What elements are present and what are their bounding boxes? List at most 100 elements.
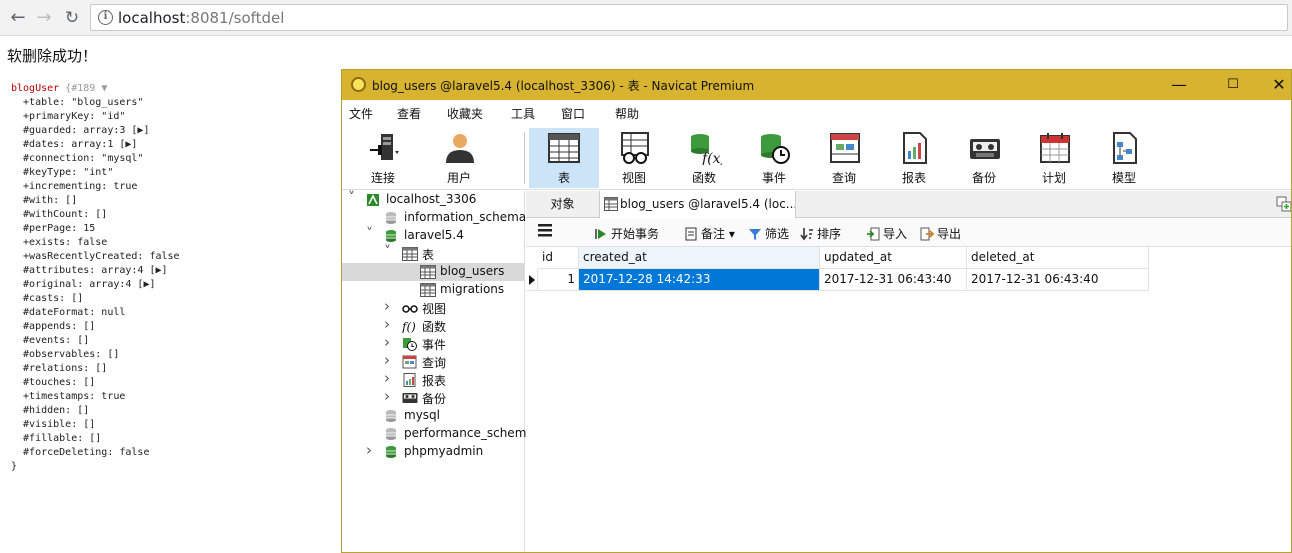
chevron-right-icon[interactable]: › bbox=[384, 333, 390, 351]
dump-line: +primaryKey: "id" bbox=[11, 111, 126, 122]
sort-button[interactable]: 排序 bbox=[800, 225, 841, 242]
address-bar[interactable]: i localhost:8081/softdel bbox=[90, 4, 1288, 31]
tab-blog-users[interactable]: blog_users @laravel5.4 (loc... bbox=[600, 191, 796, 218]
toolbar-model[interactable]: 模型 bbox=[1093, 128, 1155, 188]
import-button[interactable]: 导入 bbox=[866, 225, 907, 242]
url-text[interactable]: localhost:8081/softdel bbox=[118, 9, 284, 27]
chevron-down-icon[interactable]: ˅ bbox=[384, 244, 391, 260]
dump-line: #casts: [] bbox=[11, 293, 84, 304]
tree-item-label: laravel5.4 bbox=[404, 228, 464, 242]
cell-created-at[interactable]: 2017-12-28 14:42:33 bbox=[579, 269, 820, 291]
dump-class[interactable]: blogUser bbox=[11, 83, 59, 94]
tree-item-label: phpmyadmin bbox=[404, 444, 484, 458]
chevron-right-icon[interactable]: › bbox=[384, 297, 390, 315]
chevron-right-icon[interactable]: › bbox=[366, 441, 372, 459]
minimize-button[interactable]: — bbox=[1156, 72, 1202, 98]
toolbar-report[interactable]: 报表 bbox=[883, 128, 945, 188]
cell-updated-at[interactable]: 2017-12-31 06:43:40 bbox=[820, 269, 967, 291]
dump-line: #guarded: array:3 [▶] bbox=[11, 125, 150, 136]
svg-text:f(x): f(x) bbox=[701, 151, 722, 165]
toolbar-connection[interactable]: 连接 bbox=[352, 128, 414, 188]
column-header-deleted-at[interactable]: deleted_at bbox=[967, 247, 1149, 269]
var-dump: blogUser {#189 ▼ +table: "blog_users" +p… bbox=[11, 82, 180, 474]
tree-item-[interactable]: › 备份 bbox=[342, 387, 525, 407]
info-icon[interactable]: i bbox=[98, 10, 113, 25]
maximize-button[interactable]: ☐ bbox=[1210, 72, 1256, 98]
new-tab-icon[interactable] bbox=[1275, 195, 1292, 213]
dump-line: #with: [] bbox=[11, 195, 78, 206]
back-icon[interactable]: ← bbox=[6, 6, 30, 30]
tree-item-label: 事件 bbox=[422, 338, 447, 352]
table-icon bbox=[420, 265, 436, 279]
close-button[interactable]: ✕ bbox=[1256, 72, 1291, 98]
table-icon bbox=[604, 197, 618, 211]
table-icon bbox=[402, 247, 418, 261]
chevron-down-icon[interactable]: ˅ bbox=[348, 190, 355, 206]
cell-deleted-at[interactable]: 2017-12-31 06:43:40 bbox=[967, 269, 1149, 291]
tree-item-information-schema[interactable]: information_schema bbox=[342, 209, 527, 227]
tree-item-[interactable]: › 查询 bbox=[342, 351, 525, 371]
tree-item-migrations[interactable]: migrations bbox=[342, 281, 525, 299]
toolbar-function[interactable]: f(x) 函数 bbox=[673, 128, 735, 188]
menu-view[interactable]: 查看 bbox=[397, 105, 421, 122]
toolbar-user[interactable]: 用户 bbox=[428, 128, 490, 188]
cell-id[interactable]: 1 bbox=[538, 269, 579, 291]
tree-item-label: mysql bbox=[404, 408, 440, 422]
main-toolbar: 连接 用户 表 视图 f(x) 函数 事件 查询 报表 bbox=[342, 126, 1291, 190]
tree-item-[interactable]: › 报表 bbox=[342, 369, 525, 389]
tree-item-label: information_schema bbox=[404, 210, 527, 224]
chevron-right-icon[interactable]: › bbox=[384, 315, 390, 333]
filter-icon bbox=[749, 229, 761, 240]
tree-item-[interactable]: › 视图 bbox=[342, 297, 525, 317]
tree-item-localhost-3306[interactable]: ˅ localhost_3306 bbox=[342, 190, 525, 209]
tree-item-[interactable]: ˅ 表 bbox=[342, 244, 525, 263]
toolbar-backup[interactable]: 备份 bbox=[953, 128, 1015, 188]
menu-tools[interactable]: 工具 bbox=[511, 105, 535, 122]
tree-item-[interactable]: › 事件 bbox=[342, 333, 525, 353]
data-grid: id created_at updated_at deleted_at 1 20… bbox=[526, 247, 1291, 552]
begin-transaction-label: 开始事务 bbox=[611, 227, 660, 241]
chevron-right-icon[interactable]: › bbox=[384, 351, 390, 369]
toolbar-event[interactable]: 事件 bbox=[743, 128, 805, 188]
menu-hamburger-icon[interactable] bbox=[538, 223, 555, 237]
chevron-right-icon[interactable]: › bbox=[384, 369, 390, 387]
query-icon bbox=[402, 355, 417, 369]
toolbar-schedule[interactable]: 计划 bbox=[1023, 128, 1085, 188]
toolbar-query[interactable]: 查询 bbox=[813, 128, 875, 188]
tree-item-mysql[interactable]: mysql bbox=[342, 407, 525, 425]
browser-toolbar: ← → ↻ i localhost:8081/softdel bbox=[0, 0, 1292, 36]
menu-favorites[interactable]: 收藏夹 bbox=[447, 105, 483, 122]
tab-objects[interactable]: 对象 bbox=[526, 191, 600, 218]
menu-help[interactable]: 帮助 bbox=[615, 105, 639, 122]
toolbar-view[interactable]: 视图 bbox=[603, 128, 665, 188]
tree-item-blog-users[interactable]: blog_users bbox=[342, 263, 525, 281]
reload-icon[interactable]: ↻ bbox=[60, 6, 84, 30]
dump-header[interactable]: {#189 ▼ bbox=[59, 83, 107, 94]
export-button[interactable]: 导出 bbox=[920, 225, 961, 242]
chevron-right-icon[interactable]: › bbox=[384, 387, 390, 405]
menu-window[interactable]: 窗口 bbox=[561, 105, 585, 122]
tree-item-laravel5-4[interactable]: ˅ laravel5.4 bbox=[342, 226, 525, 245]
window-title: blog_users @laravel5.4 (localhost_3306) … bbox=[372, 79, 755, 93]
dump-line: +timestamps: true bbox=[11, 391, 126, 402]
navicat-logo-icon bbox=[351, 77, 366, 92]
column-header-created-at[interactable]: created_at bbox=[579, 247, 820, 269]
column-header-updated-at[interactable]: updated_at bbox=[820, 247, 967, 269]
forward-icon[interactable]: → bbox=[32, 6, 56, 30]
dump-line: #hidden: [] bbox=[11, 405, 90, 416]
filter-button[interactable]: 筛选 bbox=[748, 225, 789, 242]
export-label: 导出 bbox=[937, 227, 962, 241]
dump-line: #visible: [] bbox=[11, 419, 96, 430]
toolbar-table[interactable]: 表 bbox=[529, 128, 599, 188]
column-header-id[interactable]: id bbox=[538, 247, 579, 269]
tree-item-[interactable]: › f() 函数 bbox=[342, 315, 525, 335]
tree-item-phpmyadmin[interactable]: › phpmyadmin bbox=[342, 441, 525, 461]
svg-text:f(): f() bbox=[402, 320, 416, 333]
chevron-down-icon[interactable]: ˅ bbox=[366, 226, 373, 242]
tree-item-label: 备份 bbox=[422, 392, 447, 406]
note-button[interactable]: 备注 ▾ bbox=[684, 225, 735, 242]
begin-transaction-button[interactable]: 开始事务 bbox=[594, 225, 659, 242]
view-icon bbox=[621, 132, 649, 164]
row-indicator-icon[interactable] bbox=[526, 269, 538, 291]
menu-file[interactable]: 文件 bbox=[349, 105, 373, 122]
